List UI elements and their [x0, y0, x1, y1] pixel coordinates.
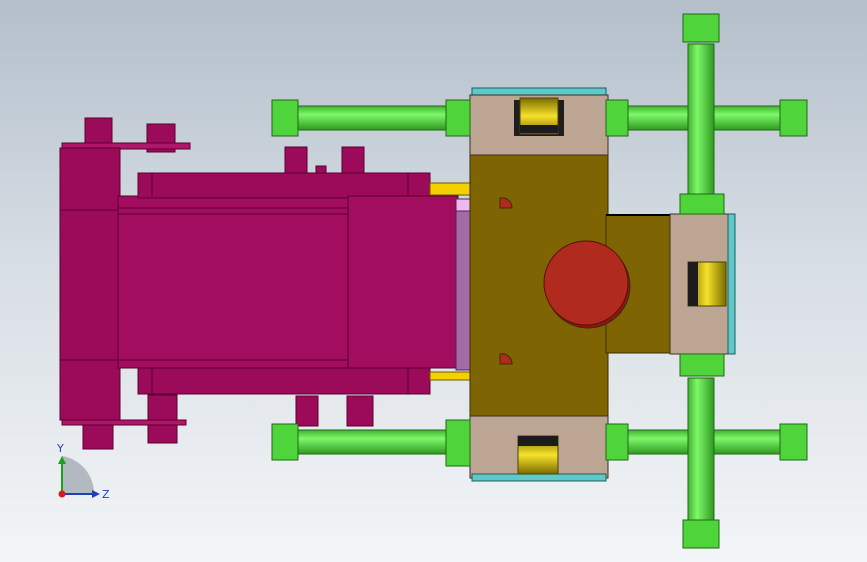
- top-stud-3: [284, 146, 308, 176]
- top-stud-4: [341, 146, 365, 176]
- tie-rod-top: [429, 182, 476, 196]
- housing-end-cap: [59, 147, 121, 421]
- pipe-vertical-bottom: [687, 377, 715, 521]
- fitting-ur-1: [605, 99, 629, 137]
- valve-block-top[interactable]: [469, 87, 609, 156]
- housing-bottom-rail: [137, 367, 431, 395]
- fitting-ll-1: [271, 423, 299, 461]
- fitting-ur-2: [779, 99, 808, 137]
- housing-top-rail: [137, 172, 431, 199]
- pipe-lower-left: [297, 429, 449, 455]
- bottom-stud-4: [346, 395, 374, 427]
- housing-body: [117, 195, 351, 369]
- fluid-end-manifold[interactable]: [469, 151, 673, 419]
- fitting-vt-2: [679, 193, 725, 215]
- fitting-ll-2: [445, 419, 471, 467]
- coordinate-triad: Y Z: [56, 442, 110, 501]
- fitting-vb-2: [682, 519, 720, 549]
- fitting-ul-1: [271, 99, 299, 137]
- crosshead-block: [347, 195, 459, 369]
- power-end[interactable]: [59, 117, 459, 450]
- valve-block-bottom[interactable]: [469, 415, 609, 482]
- bottom-flange: [61, 419, 187, 426]
- z-axis-arrow-icon: [92, 490, 100, 498]
- y-axis-label: Y: [56, 442, 64, 455]
- pipe-upper-left: [297, 105, 449, 131]
- plunger-face: [543, 240, 629, 326]
- cad-model-view[interactable]: [0, 0, 867, 562]
- triad-arc: [62, 456, 95, 494]
- tie-rod-bottom: [429, 371, 476, 381]
- bottom-stud-2: [147, 394, 178, 444]
- bottom-stud-3: [295, 395, 319, 427]
- fitting-lr-2: [779, 423, 808, 461]
- valve-block-side[interactable]: [669, 213, 736, 355]
- cover-plate-side: [727, 213, 736, 355]
- cover-plate-bottom: [471, 473, 607, 482]
- pipe-vertical-top: [687, 43, 715, 197]
- z-axis-label: Z: [102, 488, 110, 501]
- fitting-lr-1: [605, 423, 629, 461]
- fitting-vb-1: [679, 353, 725, 377]
- fitting-ul-2: [445, 99, 471, 137]
- origin-dot: [58, 490, 66, 498]
- fitting-vt-1: [682, 13, 720, 43]
